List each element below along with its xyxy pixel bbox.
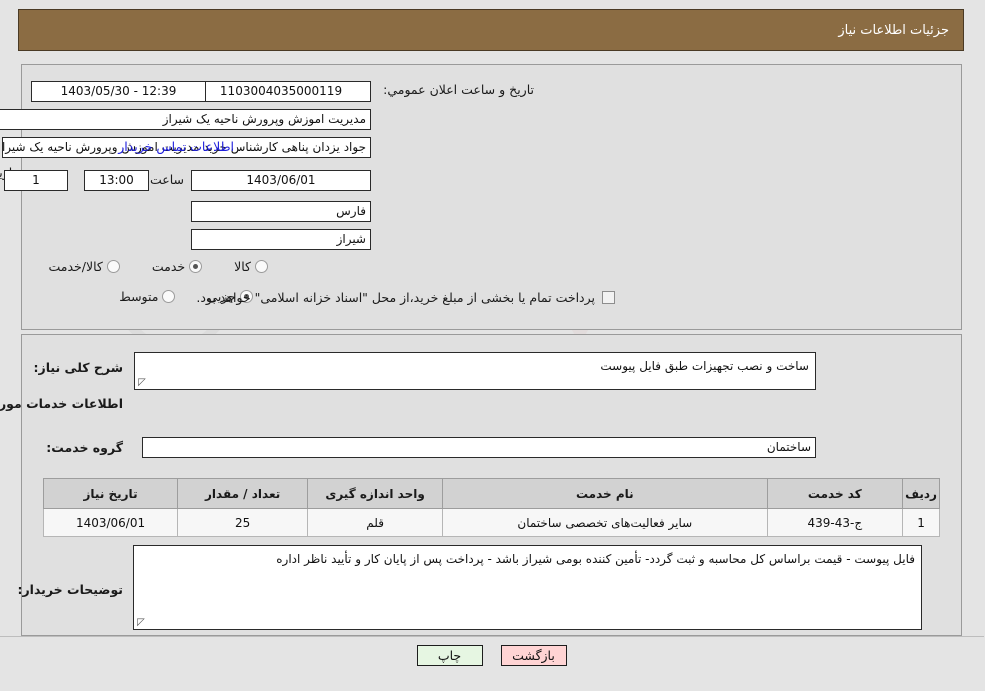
radio-icon[interactable] <box>107 260 121 273</box>
buyer-contact-link[interactable]: اطلاعات تماس خریدار <box>119 139 235 154</box>
page-header: جزئیات اطلاعات نیاز <box>19 9 965 51</box>
cell-unit: قلم <box>308 508 445 537</box>
table-header-cell: ردیف <box>903 478 941 509</box>
table-header-cell: واحد اندازه گیری <box>308 478 445 509</box>
radio-icon[interactable] <box>256 260 269 273</box>
resize-grip-icon[interactable]: ◹ <box>139 377 149 388</box>
general-need-textarea[interactable]: ساخت و نصب تجهیزات طبق فایل پیوست ◹ <box>135 352 817 390</box>
service-group-label: گروه خدمت: <box>47 440 124 455</box>
table-row: 1 ج-43-439 سایر فعالیت‌های تخصصی ساختمان… <box>43 508 941 537</box>
back-button[interactable]: بازگشت <box>501 645 568 666</box>
deadline-hour-value: 13:00 <box>85 170 150 191</box>
category-option-label: کالا <box>235 259 252 274</box>
buyer-org-value: مدیریت اموزش وپرورش ناحیه یک شیراز <box>0 109 372 130</box>
cell-quantity: 25 <box>178 508 310 537</box>
radio-icon[interactable] <box>190 260 204 273</box>
resize-grip-icon[interactable]: ◹ <box>138 617 148 628</box>
deadline-hour-label: ساعت <box>150 172 185 187</box>
buyer-notes-value: فایل پیوست - قیمت براساس کل محاسبه و ثبت… <box>277 552 916 566</box>
province-value: فارس <box>192 201 372 222</box>
radio-icon[interactable] <box>163 290 177 303</box>
cell-service-name: سایر فعالیت‌های تخصصی ساختمان <box>443 508 769 537</box>
announce-datetime-row: تاریخ و ساعت اعلان عمومي: <box>384 82 535 97</box>
process-option-motavaset[interactable]: متوسط <box>120 289 182 304</box>
treasury-note-label: پرداخت تمام یا بخشی از مبلغ خرید،از محل … <box>197 290 596 305</box>
table-header-cell: تاریخ نیاز <box>43 478 180 509</box>
remaining-days-value: 1 <box>5 170 69 191</box>
footer-divider <box>0 636 985 637</box>
announce-datetime-label: تاریخ و ساعت اعلان عمومي: <box>384 82 535 97</box>
city-value: شیراز <box>192 229 372 250</box>
table-header-cell: نام خدمت <box>443 478 769 509</box>
announce-datetime-value: 12:39 - 1403/05/30 <box>32 81 207 102</box>
general-need-value: ساخت و نصب تجهیزات طبق فایل پیوست <box>601 359 810 373</box>
services-table: ردیف کد خدمت نام خدمت واحد اندازه گیری ت… <box>43 478 941 537</box>
footer-actions: بازگشت چاپ <box>0 645 985 666</box>
page-title: جزئیات اطلاعات نیاز <box>839 22 950 38</box>
print-button[interactable]: چاپ <box>417 645 484 666</box>
cell-need-date: 1403/06/01 <box>43 508 180 537</box>
buyer-notes-textarea[interactable]: فایل پیوست - قیمت براساس کل محاسبه و ثبت… <box>134 545 923 630</box>
buyer-notes-label: توضیحات خریدار: <box>18 582 124 597</box>
service-group-value: ساختمان <box>143 437 817 458</box>
deadline-date-value: 1403/06/01 <box>192 170 372 191</box>
table-header-cell: کد خدمت <box>767 478 905 509</box>
category-radio-group[interactable]: کالا خدمت کالا/خدمت <box>23 259 275 274</box>
category-option-khedmat[interactable]: خدمت <box>153 259 209 274</box>
checkbox-icon[interactable] <box>603 291 616 304</box>
process-option-label: متوسط <box>120 289 160 304</box>
category-option-kala-khedmat[interactable]: کالا/خدمت <box>49 259 126 274</box>
table-header-row: ردیف کد خدمت نام خدمت واحد اندازه گیری ت… <box>43 478 941 509</box>
category-option-label: خدمت <box>152 259 187 274</box>
cell-row-no: 1 <box>903 508 941 537</box>
services-section-title: اطلاعات خدمات مورد نیاز <box>0 396 124 411</box>
need-number-value: 1103004035000119 <box>192 81 372 102</box>
cell-service-code: ج-43-439 <box>767 508 905 537</box>
category-option-kala[interactable]: کالا <box>235 259 275 274</box>
category-option-label: کالا/خدمت <box>49 259 104 274</box>
table-header-cell: تعداد / مقدار <box>178 478 310 509</box>
general-need-label: شرح کلی نیاز: <box>34 360 124 375</box>
treasury-note-row[interactable]: پرداخت تمام یا بخشی از مبلغ خرید،از محل … <box>197 290 616 305</box>
